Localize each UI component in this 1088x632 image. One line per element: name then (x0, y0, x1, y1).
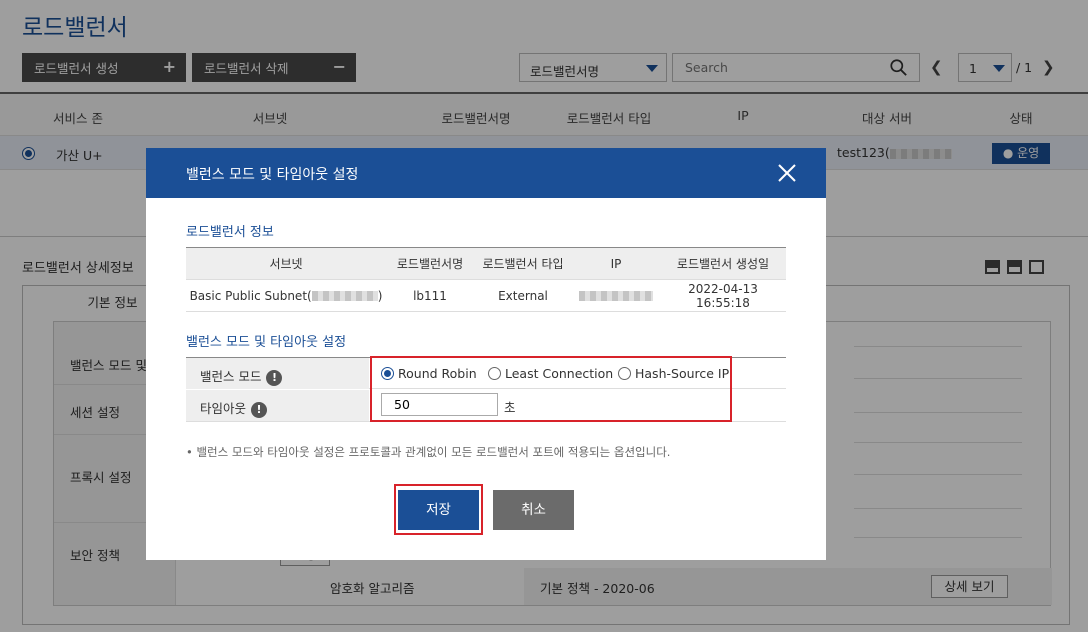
info-icon[interactable]: ! (251, 401, 268, 418)
column-header: IP (572, 247, 660, 280)
column-header: 서브넷 (186, 247, 386, 280)
created-cell: 2022-04-13 16:55:18 (660, 279, 786, 312)
settings-note: • 밸런스 모드와 타임아웃 설정은 프로토콜과 관계없이 모든 로드밸런서 포… (186, 445, 671, 459)
settings-section-title: 밸런스 모드 및 타임아웃 설정 (186, 335, 347, 350)
column-header: 로드밸런서명 (386, 247, 474, 280)
balance-mode-timeout-dialog: 밸런스 모드 및 타임아웃 설정 로드밸런서 정보 서브넷 로드밸런서명 로드밸… (146, 148, 826, 560)
masked-text (311, 291, 378, 301)
dialog-title: 밸런스 모드 및 타임아웃 설정 (186, 167, 359, 183)
timeout-label: 타임아웃! (186, 390, 369, 421)
column-header: 로드밸런서 생성일 (660, 247, 786, 280)
close-icon[interactable] (778, 164, 796, 182)
balance-mode-label: 밸런스 모드! (186, 358, 369, 389)
save-button[interactable]: 저장 (398, 490, 479, 530)
ip-cell (572, 279, 660, 312)
masked-ip (579, 291, 653, 301)
info-section-title: 로드밸런서 정보 (186, 225, 274, 240)
lb-info-table: 서브넷 로드밸런서명 로드밸런서 타입 IP 로드밸런서 생성일 Basic P… (186, 247, 786, 312)
dialog-header: 밸런스 모드 및 타임아웃 설정 (146, 148, 826, 198)
subnet-prefix: Basic Public Subnet( (189, 288, 312, 303)
lb-type-cell: External (474, 279, 572, 312)
subnet-cell: Basic Public Subnet() (186, 279, 386, 312)
subnet-suffix: ) (377, 288, 383, 303)
balance-mode-label-text: 밸런스 모드 (200, 369, 262, 384)
highlight-frame (370, 356, 732, 422)
table-row: Basic Public Subnet() lb111 External 202… (186, 279, 786, 312)
column-header: 로드밸런서 타입 (474, 247, 572, 280)
info-icon[interactable]: ! (266, 369, 283, 386)
timeout-label-text: 타임아웃 (200, 401, 247, 416)
lb-name-cell: lb111 (386, 279, 474, 312)
cancel-button[interactable]: 취소 (493, 490, 574, 530)
